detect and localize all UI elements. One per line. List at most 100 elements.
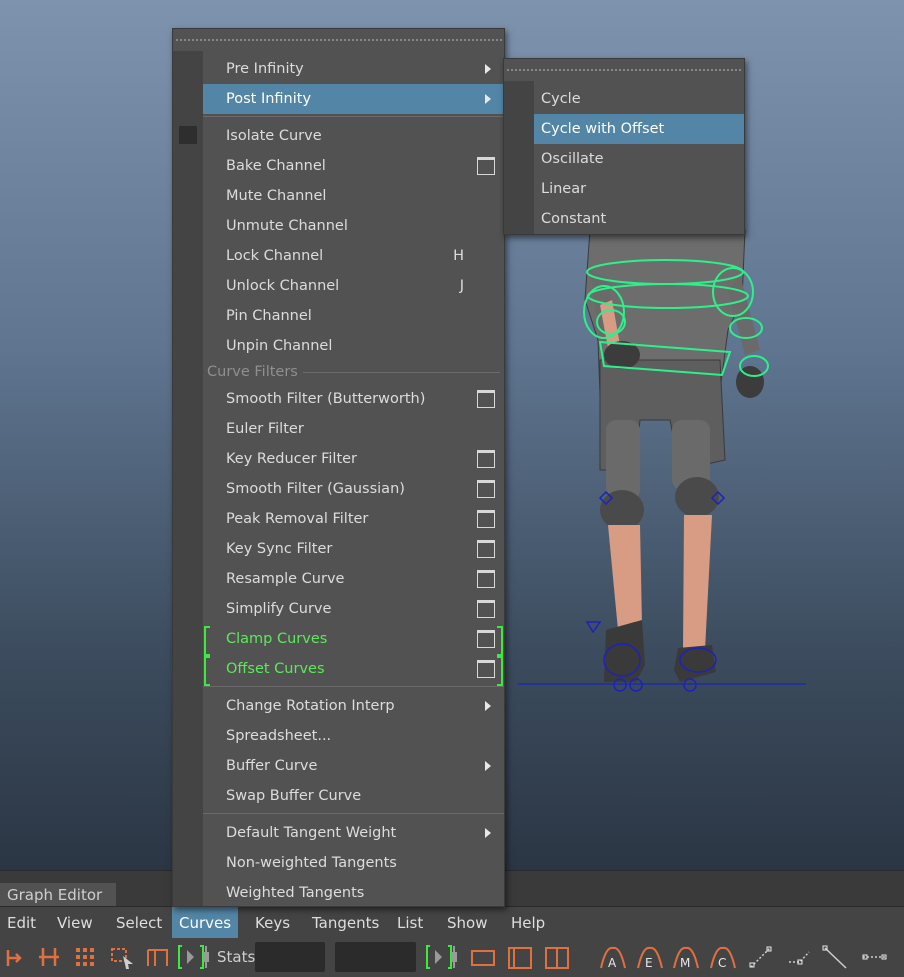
option-box-icon[interactable]	[477, 510, 495, 528]
menu-item-change-rotation-interp[interactable]: Change Rotation Interp	[203, 691, 504, 721]
normalize-icon[interactable]	[468, 942, 498, 972]
option-box-icon[interactable]	[477, 660, 495, 678]
menu-item-label: Unmute Channel	[226, 218, 348, 234]
graph-editor-title[interactable]: Graph Editor	[0, 883, 117, 907]
lattice-deform-icon[interactable]	[70, 942, 100, 972]
shortcut-label: H	[453, 248, 464, 264]
menu-item-label: Simplify Curve	[226, 601, 332, 617]
menu-item-pre-infinity[interactable]: Pre Infinity	[203, 54, 504, 84]
graph-editor-menubar: Edit View Select Curves Keys Tangents Li…	[0, 906, 904, 939]
menu-view[interactable]: View	[50, 907, 100, 939]
menu-item-key-reducer-filter[interactable]: Key Reducer Filter	[203, 444, 504, 474]
denormalize-icon[interactable]	[505, 942, 535, 972]
menu-item-label: Resample Curve	[226, 571, 345, 587]
menu-item-offset-curves[interactable]: Offset Curves	[203, 654, 504, 686]
option-box-icon[interactable]	[477, 600, 495, 618]
submenu-item-constant[interactable]: Constant	[534, 204, 744, 234]
menu-item-clamp-curves[interactable]: Clamp Curves	[203, 624, 504, 656]
option-box-icon[interactable]	[477, 390, 495, 408]
menu-item-weighted-tangents[interactable]: Weighted Tangents	[203, 878, 504, 908]
menu-item-peak-removal-filter[interactable]: Peak Removal Filter	[203, 504, 504, 534]
spline-tangent-icon[interactable]: E	[635, 942, 665, 972]
curves-menu-tearoff[interactable]	[173, 29, 504, 51]
svg-text:A: A	[608, 956, 617, 970]
submenu-tearoff[interactable]	[504, 59, 744, 81]
menu-item-label: Smooth Filter (Butterworth)	[226, 391, 426, 407]
section-header-curve-filters: Curve Filters	[207, 362, 504, 382]
menu-edit[interactable]: Edit	[0, 907, 43, 939]
menu-item-euler-filter[interactable]: Euler Filter	[203, 414, 504, 444]
flat-tangent-icon[interactable]	[820, 942, 850, 972]
stacked-curves-icon[interactable]	[542, 942, 572, 972]
submenu-arrow-icon	[485, 761, 491, 771]
menu-item-buffer-curve[interactable]: Buffer Curve	[203, 751, 504, 781]
menu-item-label: Unpin Channel	[226, 338, 333, 354]
weighted-tangent-icon[interactable]	[860, 942, 890, 972]
menu-item-unlock-channel[interactable]: Unlock Channel J	[203, 271, 504, 301]
menu-item-label: Key Sync Filter	[226, 541, 333, 557]
menu-item-label: Oscillate	[541, 151, 604, 167]
submenu-item-cycle-with-offset[interactable]: Cycle with Offset	[534, 114, 744, 144]
shortcut-label: J	[459, 278, 464, 294]
plateau-tangent-icon[interactable]: C	[708, 942, 738, 972]
stats-field-2[interactable]	[335, 942, 416, 972]
menu-item-smooth-filter-butterworth[interactable]: Smooth Filter (Butterworth)	[203, 384, 504, 414]
submenu-item-cycle[interactable]: Cycle	[534, 84, 744, 114]
menu-item-label: Constant	[541, 211, 607, 227]
option-box-icon[interactable]	[477, 450, 495, 468]
green-bracket-left-icon	[204, 626, 210, 656]
menu-item-label: Weighted Tangents	[226, 885, 365, 901]
submenu-item-linear[interactable]: Linear	[534, 174, 744, 204]
stepped-tangent-icon[interactable]	[784, 942, 814, 972]
menu-keys[interactable]: Keys	[248, 907, 297, 939]
menu-item-spreadsheet[interactable]: Spreadsheet...	[203, 721, 504, 751]
menu-item-pin-channel[interactable]: Pin Channel	[203, 301, 504, 331]
menu-item-simplify-curve[interactable]: Simplify Curve	[203, 594, 504, 624]
option-box-icon[interactable]	[477, 480, 495, 498]
move-key-icon[interactable]	[2, 942, 32, 972]
retime-tool-icon[interactable]	[143, 942, 173, 972]
option-box-icon[interactable]	[477, 570, 495, 588]
menu-item-resample-curve[interactable]: Resample Curve	[203, 564, 504, 594]
linear-tangent-icon[interactable]	[746, 942, 776, 972]
menu-item-label: Cycle with Offset	[541, 121, 665, 137]
menu-item-label: Offset Curves	[226, 661, 325, 677]
menu-separator	[203, 686, 504, 687]
menu-select[interactable]: Select	[109, 907, 169, 939]
stats-field-1[interactable]	[255, 942, 325, 972]
menu-item-label: Default Tangent Weight	[226, 825, 397, 841]
menu-item-lock-channel[interactable]: Lock Channel H	[203, 241, 504, 271]
green-bracket-right-icon	[497, 656, 503, 686]
menu-item-label: Swap Buffer Curve	[226, 788, 362, 804]
menu-item-post-infinity[interactable]: Post Infinity	[203, 84, 504, 114]
option-box-icon[interactable]	[477, 157, 495, 175]
menu-item-label: Spreadsheet...	[226, 728, 332, 744]
menu-item-label: Non-weighted Tangents	[226, 855, 397, 871]
menu-list[interactable]: List	[390, 907, 430, 939]
menu-help[interactable]: Help	[504, 907, 552, 939]
menu-item-label: Post Infinity	[226, 91, 312, 107]
menu-curves[interactable]: Curves	[172, 907, 239, 939]
menu-item-bake-channel[interactable]: Bake Channel	[203, 151, 504, 181]
clamped-tangent-icon[interactable]: M	[671, 942, 701, 972]
option-box-icon[interactable]	[477, 630, 495, 648]
region-select-icon[interactable]	[107, 942, 137, 972]
menu-item-non-weighted-tangents[interactable]: Non-weighted Tangents	[203, 848, 504, 878]
menu-item-swap-buffer-curve[interactable]: Swap Buffer Curve	[203, 781, 504, 811]
menu-item-key-sync-filter[interactable]: Key Sync Filter	[203, 534, 504, 564]
menu-item-label: Cycle	[541, 91, 581, 107]
menu-item-default-tangent-weight[interactable]: Default Tangent Weight	[203, 818, 504, 848]
svg-text:E: E	[645, 956, 653, 970]
menu-item-smooth-filter-gaussian[interactable]: Smooth Filter (Gaussian)	[203, 474, 504, 504]
menu-item-label: Key Reducer Filter	[226, 451, 358, 467]
menu-item-isolate-curve[interactable]: Isolate Curve	[203, 121, 504, 151]
submenu-item-oscillate[interactable]: Oscillate	[534, 144, 744, 174]
menu-item-unmute-channel[interactable]: Unmute Channel	[203, 211, 504, 241]
insert-key-icon[interactable]	[34, 942, 64, 972]
menu-item-unpin-channel[interactable]: Unpin Channel	[203, 331, 504, 361]
menu-show[interactable]: Show	[440, 907, 494, 939]
menu-tangents[interactable]: Tangents	[305, 907, 386, 939]
auto-tangent-icon[interactable]: A	[598, 942, 628, 972]
menu-item-mute-channel[interactable]: Mute Channel	[203, 181, 504, 211]
option-box-icon[interactable]	[477, 540, 495, 558]
